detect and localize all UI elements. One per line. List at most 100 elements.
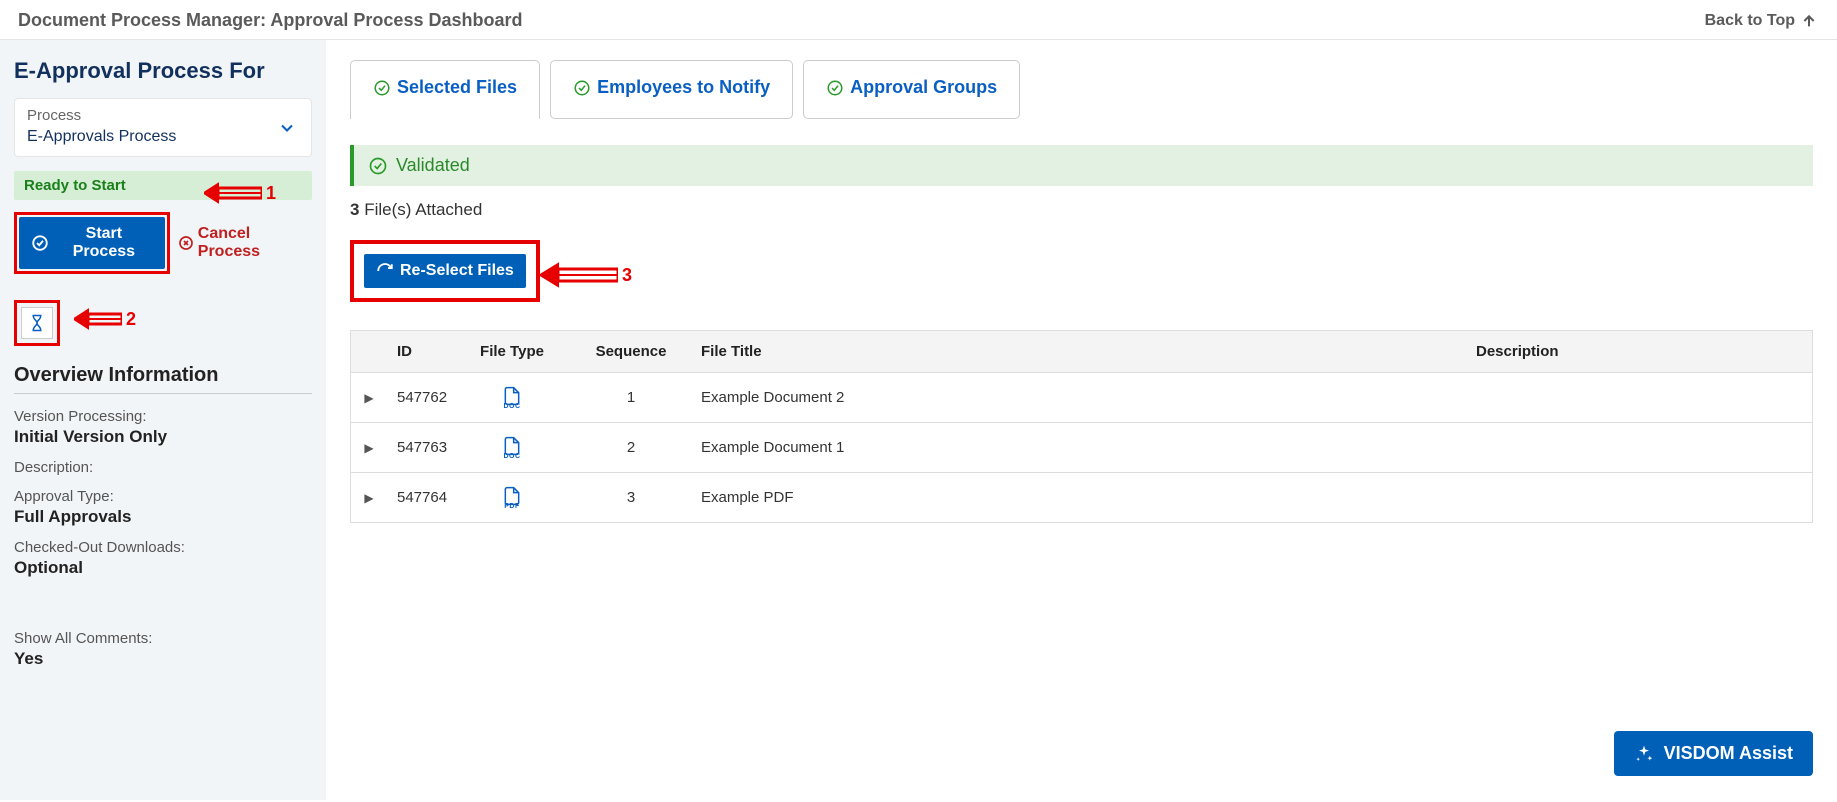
file-doc-icon: DOC: [463, 435, 561, 460]
check-circle-icon: [368, 156, 388, 176]
annotation-arrow-3: 3: [540, 260, 632, 290]
sidebar: E-Approval Process For Process E-Approva…: [0, 40, 326, 800]
info-label: Description:: [14, 459, 312, 476]
file-pdf-icon: PDF: [463, 485, 561, 510]
annotation-arrow-1: 1: [204, 180, 276, 206]
back-to-top-link[interactable]: Back to Top: [1705, 12, 1817, 30]
validated-label: Validated: [396, 155, 470, 176]
table-row: ▶ 547762 DOC 1Example Document 2: [351, 373, 1812, 423]
annotation-box-3: Re-Select Files: [350, 240, 540, 302]
main-content: Selected Files Employees to Notify Approva…: [326, 40, 1837, 800]
refresh-icon: [376, 262, 394, 280]
files-count-suffix: File(s) Attached: [359, 200, 482, 219]
cell-sequence: 2: [571, 427, 691, 468]
sidebar-heading: E-Approval Process For: [14, 58, 312, 84]
info-label: Version Processing:: [14, 408, 312, 425]
visdom-assist-button[interactable]: VISDOM Assist: [1614, 731, 1813, 776]
action-row: Start Process Cancel Process 1: [14, 212, 312, 274]
tab-label: Selected Files: [397, 77, 517, 98]
cell-title: Example Document 2: [691, 377, 1466, 418]
tab-selected-files[interactable]: Selected Files: [350, 60, 540, 119]
back-to-top-label: Back to Top: [1705, 12, 1795, 30]
cell-id: 547764: [387, 477, 453, 518]
col-expand-header: [351, 331, 387, 372]
info-value: Full Approvals: [14, 507, 312, 527]
check-circle-icon: [373, 79, 391, 97]
cell-file-type: PDF: [453, 473, 571, 522]
col-id-header: ID: [387, 331, 453, 372]
cancel-process-link[interactable]: Cancel Process: [178, 225, 312, 261]
hourglass-icon: [28, 313, 46, 333]
info-value: Initial Version Only: [14, 427, 312, 447]
info-list: Version Processing: Initial Version Only D…: [14, 408, 312, 578]
show-comments-label: Show All Comments:: [14, 630, 312, 647]
start-process-button[interactable]: Start Process: [19, 217, 165, 269]
arrow-up-icon: [1801, 13, 1817, 29]
cell-id: 547762: [387, 377, 453, 418]
tab-approval-groups[interactable]: Approval Groups: [803, 60, 1020, 119]
table-row: ▶547763 DOC 2Example Document 1: [351, 423, 1812, 473]
check-circle-icon: [31, 234, 49, 252]
info-label: Checked-Out Downloads:: [14, 539, 312, 556]
tab-employees-to-notify[interactable]: Employees to Notify: [550, 60, 793, 119]
col-title-header: File Title: [691, 331, 1466, 372]
reselect-files-label: Re-Select Files: [400, 262, 514, 280]
annotation-box-2: [14, 300, 60, 346]
cancel-process-label: Cancel Process: [198, 225, 312, 261]
cell-title: Example PDF: [691, 477, 1466, 518]
cell-sequence: 3: [571, 477, 691, 518]
caret-right-icon: ▶: [364, 491, 373, 505]
process-dropdown[interactable]: Process E-Approvals Process: [14, 98, 312, 157]
table-row: ▶ 547764 PDF 3Example PDF: [351, 473, 1812, 522]
start-process-label: Start Process: [55, 225, 153, 261]
tab-label: Approval Groups: [850, 77, 997, 98]
show-comments-value: Yes: [14, 649, 312, 669]
cell-title: Example Document 1: [691, 427, 1466, 468]
col-type-header: File Type: [453, 331, 571, 372]
cell-file-type: DOC: [453, 423, 571, 472]
check-circle-icon: [826, 79, 844, 97]
info-value: Optional: [14, 558, 312, 578]
col-desc-header: Description: [1466, 331, 1812, 372]
process-dropdown-value: E-Approvals Process: [27, 128, 299, 146]
expand-toggle[interactable]: ▶: [351, 427, 387, 468]
show-comments-row: Show All Comments: Yes: [14, 630, 312, 669]
tab-label: Employees to Notify: [597, 77, 770, 98]
info-row: Version Processing: Initial Version Only: [14, 408, 312, 447]
page-header: Document Process Manager: Approval Proce…: [0, 0, 1837, 40]
info-label: Approval Type:: [14, 488, 312, 505]
expand-toggle[interactable]: ▶: [351, 377, 387, 418]
hourglass-row: 2: [14, 300, 312, 364]
tab-bar: Selected Files Employees to Notify Approva…: [350, 60, 1813, 119]
hourglass-button[interactable]: [21, 307, 53, 339]
table-body: ▶547762DOC1Example Document 2▶547763DOC2…: [351, 373, 1812, 522]
reselect-files-button[interactable]: Re-Select Files: [364, 254, 526, 288]
visdom-assist-label: VISDOM Assist: [1664, 743, 1793, 764]
expand-toggle[interactable]: ▶: [351, 477, 387, 518]
cell-description: [1466, 386, 1812, 410]
file-doc-icon: DOC: [463, 385, 561, 410]
annotation-arrow-2: 2: [74, 306, 136, 332]
cell-description: [1466, 486, 1812, 510]
col-seq-header: Sequence: [571, 331, 691, 372]
check-circle-icon: [573, 79, 591, 97]
annotation-number-3: 3: [622, 265, 632, 286]
page-title: Document Process Manager: Approval Proce…: [18, 10, 522, 31]
cell-file-type: DOC: [453, 373, 571, 422]
cell-id: 547763: [387, 427, 453, 468]
sparkle-icon: [1634, 744, 1654, 764]
overview-heading: Overview Information: [14, 364, 312, 394]
info-row: Checked-Out Downloads: Optional: [14, 539, 312, 578]
chevron-down-icon: [277, 118, 297, 138]
files-table: ID File Type Sequence File Title Descrip…: [350, 330, 1813, 523]
files-attached-text: 3 File(s) Attached: [350, 200, 1813, 220]
cell-sequence: 1: [571, 377, 691, 418]
info-row: Description:: [14, 459, 312, 476]
annotation-box-1: Start Process: [14, 212, 170, 274]
validated-banner: Validated: [350, 145, 1813, 186]
info-row: Approval Type: Full Approvals: [14, 488, 312, 527]
process-dropdown-label: Process: [27, 107, 299, 124]
caret-right-icon: ▶: [364, 391, 373, 405]
annotation-number-2: 2: [126, 309, 136, 330]
table-header-row: ID File Type Sequence File Title Descrip…: [351, 330, 1812, 373]
